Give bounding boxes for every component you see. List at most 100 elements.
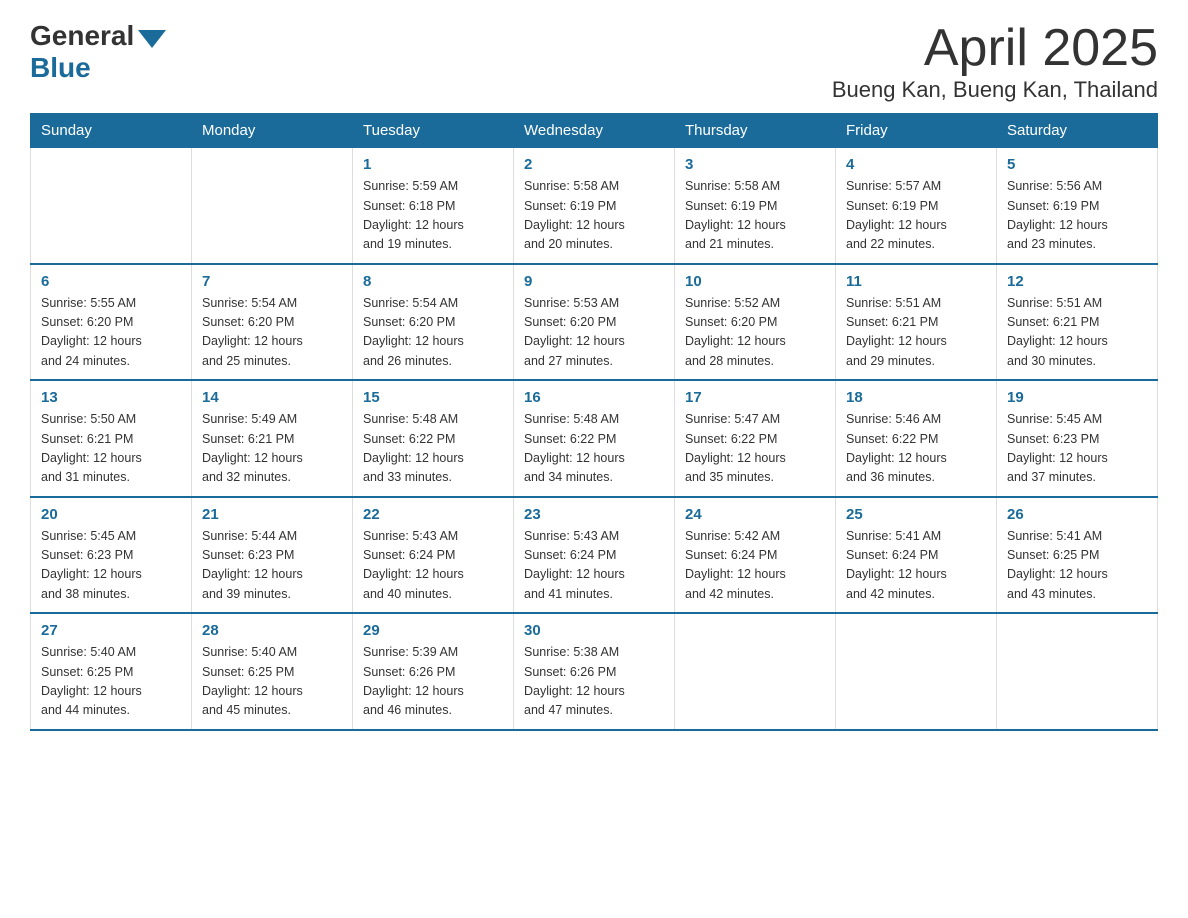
- calendar-cell: 7 Sunrise: 5:54 AMSunset: 6:20 PMDaylight…: [192, 264, 353, 381]
- day-info: Sunrise: 5:39 AMSunset: 6:26 PMDaylight:…: [363, 643, 503, 721]
- day-number: 22: [363, 506, 503, 523]
- day-info: Sunrise: 5:50 AMSunset: 6:21 PMDaylight:…: [41, 410, 181, 488]
- day-number: 9: [524, 273, 664, 290]
- calendar-cell: 3 Sunrise: 5:58 AMSunset: 6:19 PMDaylight…: [675, 148, 836, 264]
- day-number: 26: [1007, 506, 1147, 523]
- page-header: General Blue April 2025 Bueng Kan, Bueng…: [30, 20, 1158, 103]
- day-info: Sunrise: 5:56 AMSunset: 6:19 PMDaylight:…: [1007, 177, 1147, 255]
- day-number: 30: [524, 622, 664, 639]
- day-number: 17: [685, 389, 825, 406]
- day-info: Sunrise: 5:46 AMSunset: 6:22 PMDaylight:…: [846, 410, 986, 488]
- calendar-cell: 11 Sunrise: 5:51 AMSunset: 6:21 PMDayligh…: [836, 264, 997, 381]
- weekday-header-tuesday: Tuesday: [353, 114, 514, 148]
- title-block: April 2025 Bueng Kan, Bueng Kan, Thailan…: [832, 20, 1158, 103]
- calendar-cell: 8 Sunrise: 5:54 AMSunset: 6:20 PMDaylight…: [353, 264, 514, 381]
- day-info: Sunrise: 5:48 AMSunset: 6:22 PMDaylight:…: [524, 410, 664, 488]
- day-number: 25: [846, 506, 986, 523]
- day-info: Sunrise: 5:59 AMSunset: 6:18 PMDaylight:…: [363, 177, 503, 255]
- calendar-subtitle: Bueng Kan, Bueng Kan, Thailand: [832, 77, 1158, 103]
- calendar-cell: 14 Sunrise: 5:49 AMSunset: 6:21 PMDayligh…: [192, 380, 353, 497]
- day-info: Sunrise: 5:49 AMSunset: 6:21 PMDaylight:…: [202, 410, 342, 488]
- day-info: Sunrise: 5:51 AMSunset: 6:21 PMDaylight:…: [1007, 294, 1147, 372]
- day-number: 11: [846, 273, 986, 290]
- calendar-cell: 30 Sunrise: 5:38 AMSunset: 6:26 PMDayligh…: [514, 613, 675, 730]
- weekday-header-thursday: Thursday: [675, 114, 836, 148]
- calendar-cell: 19 Sunrise: 5:45 AMSunset: 6:23 PMDayligh…: [997, 380, 1158, 497]
- calendar-cell: 10Sunrise: 5:52 AMSunset: 6:20 PMDayligh…: [675, 264, 836, 381]
- calendar-cell: 28Sunrise: 5:40 AMSunset: 6:25 PMDayligh…: [192, 613, 353, 730]
- day-number: 3: [685, 156, 825, 173]
- day-info: Sunrise: 5:44 AMSunset: 6:23 PMDaylight:…: [202, 527, 342, 605]
- weekday-header-saturday: Saturday: [997, 114, 1158, 148]
- calendar-cell: 18 Sunrise: 5:46 AMSunset: 6:22 PMDayligh…: [836, 380, 997, 497]
- calendar-cell: 23Sunrise: 5:43 AMSunset: 6:24 PMDayligh…: [514, 497, 675, 614]
- day-number: 28: [202, 622, 342, 639]
- day-number: 7: [202, 273, 342, 290]
- logo-general-text: General: [30, 20, 134, 52]
- calendar-cell: 5 Sunrise: 5:56 AMSunset: 6:19 PMDaylight…: [997, 148, 1158, 264]
- day-number: 27: [41, 622, 181, 639]
- calendar-cell: [675, 613, 836, 730]
- day-number: 10: [685, 273, 825, 290]
- day-number: 19: [1007, 389, 1147, 406]
- weekday-header-friday: Friday: [836, 114, 997, 148]
- week-row-3: 13 Sunrise: 5:50 AMSunset: 6:21 PMDayligh…: [31, 380, 1158, 497]
- day-number: 12: [1007, 273, 1147, 290]
- day-number: 6: [41, 273, 181, 290]
- day-info: Sunrise: 5:40 AMSunset: 6:25 PMDaylight:…: [41, 643, 181, 721]
- logo-arrow-icon: [138, 30, 166, 48]
- calendar-cell: 27 Sunrise: 5:40 AMSunset: 6:25 PMDayligh…: [31, 613, 192, 730]
- calendar-cell: [997, 613, 1158, 730]
- calendar-cell: 1 Sunrise: 5:59 AMSunset: 6:18 PMDaylight…: [353, 148, 514, 264]
- weekday-header-row: SundayMondayTuesdayWednesdayThursdayFrid…: [31, 114, 1158, 148]
- week-row-5: 27 Sunrise: 5:40 AMSunset: 6:25 PMDayligh…: [31, 613, 1158, 730]
- day-info: Sunrise: 5:54 AMSunset: 6:20 PMDaylight:…: [202, 294, 342, 372]
- day-info: Sunrise: 5:38 AMSunset: 6:26 PMDaylight:…: [524, 643, 664, 721]
- day-info: Sunrise: 5:43 AMSunset: 6:24 PMDaylight:…: [524, 527, 664, 605]
- day-number: 15: [363, 389, 503, 406]
- calendar-cell: 21 Sunrise: 5:44 AMSunset: 6:23 PMDayligh…: [192, 497, 353, 614]
- day-number: 29: [363, 622, 503, 639]
- day-number: 21: [202, 506, 342, 523]
- day-number: 4: [846, 156, 986, 173]
- day-info: Sunrise: 5:58 AMSunset: 6:19 PMDaylight:…: [685, 177, 825, 255]
- calendar-cell: 4Sunrise: 5:57 AMSunset: 6:19 PMDaylight…: [836, 148, 997, 264]
- day-info: Sunrise: 5:45 AMSunset: 6:23 PMDaylight:…: [41, 527, 181, 605]
- week-row-2: 6 Sunrise: 5:55 AMSunset: 6:20 PMDaylight…: [31, 264, 1158, 381]
- day-info: Sunrise: 5:54 AMSunset: 6:20 PMDaylight:…: [363, 294, 503, 372]
- calendar-table: SundayMondayTuesdayWednesdayThursdayFrid…: [30, 113, 1158, 731]
- day-info: Sunrise: 5:58 AMSunset: 6:19 PMDaylight:…: [524, 177, 664, 255]
- day-info: Sunrise: 5:51 AMSunset: 6:21 PMDaylight:…: [846, 294, 986, 372]
- day-number: 18: [846, 389, 986, 406]
- week-row-4: 20 Sunrise: 5:45 AMSunset: 6:23 PMDayligh…: [31, 497, 1158, 614]
- calendar-cell: 20 Sunrise: 5:45 AMSunset: 6:23 PMDayligh…: [31, 497, 192, 614]
- day-number: 8: [363, 273, 503, 290]
- weekday-header-sunday: Sunday: [31, 114, 192, 148]
- calendar-cell: 16Sunrise: 5:48 AMSunset: 6:22 PMDayligh…: [514, 380, 675, 497]
- weekday-header-wednesday: Wednesday: [514, 114, 675, 148]
- day-info: Sunrise: 5:43 AMSunset: 6:24 PMDaylight:…: [363, 527, 503, 605]
- calendar-cell: 17Sunrise: 5:47 AMSunset: 6:22 PMDayligh…: [675, 380, 836, 497]
- calendar-cell: 12 Sunrise: 5:51 AMSunset: 6:21 PMDayligh…: [997, 264, 1158, 381]
- calendar-cell: 26Sunrise: 5:41 AMSunset: 6:25 PMDayligh…: [997, 497, 1158, 614]
- day-info: Sunrise: 5:41 AMSunset: 6:24 PMDaylight:…: [846, 527, 986, 605]
- day-number: 1: [363, 156, 503, 173]
- calendar-cell: [31, 148, 192, 264]
- day-number: 2: [524, 156, 664, 173]
- weekday-header-monday: Monday: [192, 114, 353, 148]
- day-info: Sunrise: 5:42 AMSunset: 6:24 PMDaylight:…: [685, 527, 825, 605]
- week-row-1: 1 Sunrise: 5:59 AMSunset: 6:18 PMDaylight…: [31, 148, 1158, 264]
- calendar-cell: 2 Sunrise: 5:58 AMSunset: 6:19 PMDaylight…: [514, 148, 675, 264]
- day-number: 13: [41, 389, 181, 406]
- calendar-cell: 13 Sunrise: 5:50 AMSunset: 6:21 PMDayligh…: [31, 380, 192, 497]
- calendar-cell: [836, 613, 997, 730]
- day-info: Sunrise: 5:53 AMSunset: 6:20 PMDaylight:…: [524, 294, 664, 372]
- calendar-cell: 25 Sunrise: 5:41 AMSunset: 6:24 PMDayligh…: [836, 497, 997, 614]
- day-number: 5: [1007, 156, 1147, 173]
- day-number: 20: [41, 506, 181, 523]
- calendar-cell: 15Sunrise: 5:48 AMSunset: 6:22 PMDayligh…: [353, 380, 514, 497]
- day-number: 14: [202, 389, 342, 406]
- day-info: Sunrise: 5:45 AMSunset: 6:23 PMDaylight:…: [1007, 410, 1147, 488]
- day-number: 24: [685, 506, 825, 523]
- day-info: Sunrise: 5:55 AMSunset: 6:20 PMDaylight:…: [41, 294, 181, 372]
